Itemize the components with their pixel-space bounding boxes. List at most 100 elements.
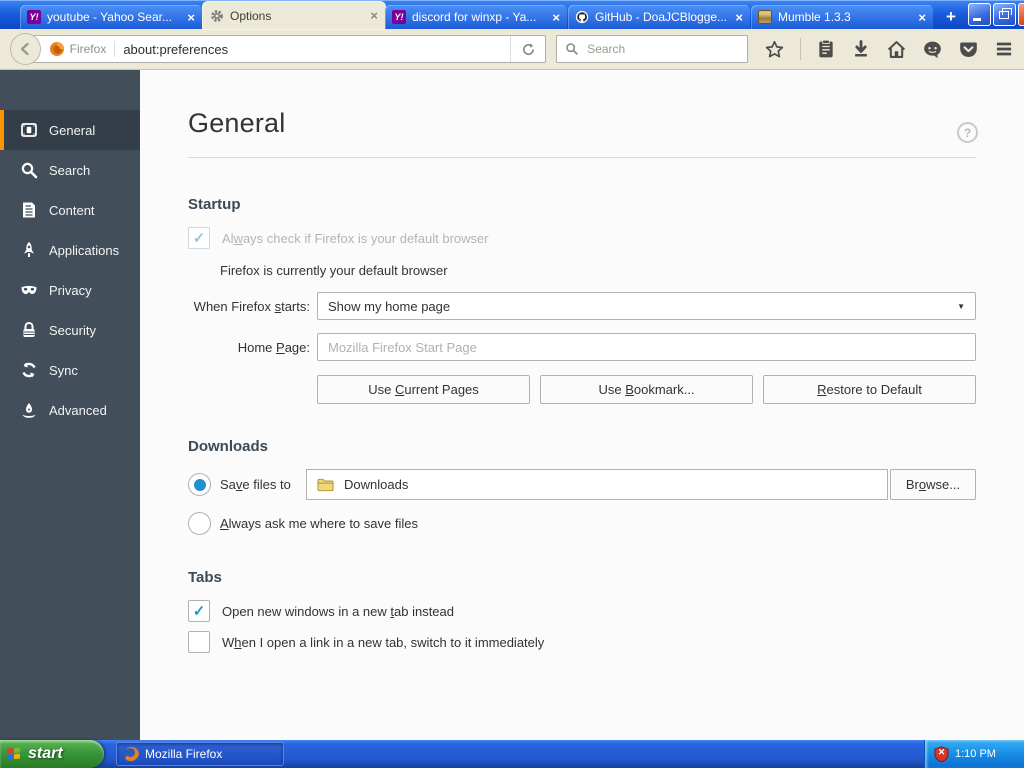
sidebar-item-sync[interactable]: Sync [0,350,140,390]
when-starts-row: When Firefox starts: Show my home page ▼ [188,292,976,320]
restore-icon [998,8,1012,19]
task-button-label: Mozilla Firefox [145,747,223,761]
help-button[interactable]: ? [957,122,978,143]
tab-discord[interactable]: Y! discord for winxp - Ya... × [385,5,567,29]
close-icon[interactable]: × [552,11,560,24]
restore-button[interactable] [992,3,1016,26]
menu-hamburger-icon[interactable] [994,39,1014,59]
page-title: General [188,108,286,138]
sidebar-item-general[interactable]: General [0,110,140,150]
use-bookmark-button[interactable]: Use Bookmark... [540,375,753,404]
applications-rocket-icon [24,242,34,257]
minimize-button[interactable] [967,3,991,26]
security-lock-icon [23,321,35,337]
sidebar-item-advanced[interactable]: Advanced [0,390,140,430]
radio-dot [193,478,206,491]
sidebar-item-label: Content [49,202,95,218]
toolbar-separator [800,38,801,60]
close-icon[interactable]: × [370,9,378,22]
bookmarks-menu-icon[interactable] [816,39,836,59]
always-ask-radio[interactable] [188,512,211,535]
check-icon: ✓ [192,229,206,247]
tabs-heading: Tabs [188,569,222,586]
search-input[interactable] [585,41,710,57]
taskbar-button-firefox[interactable]: Mozilla Firefox [116,742,284,766]
tab-youtube[interactable]: Y! youtube - Yahoo Sear... × [20,5,202,29]
home-page-label: Home Page: [237,339,310,355]
downloads-icon[interactable] [851,39,871,59]
reload-button[interactable] [510,36,545,62]
start-button[interactable]: start [0,740,104,768]
feedback-smiley-icon[interactable] [922,39,943,60]
sidebar-item-security[interactable]: Security [0,310,140,350]
tab-title: youtube - Yahoo Sear... [47,10,172,24]
yahoo-icon: Y! [392,10,406,24]
switch-immediately-row: When I open a link in a new tab, switch … [188,631,976,653]
tab-title: Options [230,8,272,23]
sidebar-item-applications[interactable]: Applications [0,230,140,270]
use-current-pages-button[interactable]: Use Current Pages [317,375,530,404]
tab-title: discord for winxp - Ya... [412,10,537,24]
sidebar-item-privacy[interactable]: Privacy [0,270,140,310]
open-windows-checkbox[interactable]: ✓ [188,600,210,622]
toolbar-icons [764,38,1014,60]
tab-github[interactable]: GitHub - DoaJCBlogge... × [568,5,750,29]
tab-title: Mumble 1.3.3 [778,10,851,24]
close-icon[interactable]: × [918,11,926,24]
home-icon[interactable] [886,39,907,60]
bookmark-star-icon[interactable] [764,39,785,60]
privacy-mask-icon [21,285,37,294]
tab-mumble[interactable]: Mumble 1.3.3 × [751,5,933,29]
tab-strip: Y! youtube - Yahoo Sear... × Options × Y… [20,0,968,29]
restore-default-button[interactable]: Restore to Default [763,375,976,404]
close-icon[interactable]: × [187,11,195,24]
desktop: Y! youtube - Yahoo Sear... × Options × Y… [0,0,1024,768]
github-icon [575,10,589,24]
tab-options[interactable]: Options × [203,2,385,29]
yahoo-icon: Y! [27,10,41,24]
always-check-checkbox[interactable]: ✓ [188,227,210,249]
system-tray: ✕ 1:10 PM [924,740,1024,768]
start-label: start [28,745,63,762]
close-window-button[interactable]: × [1017,3,1024,26]
open-windows-label: Open new windows in a new tab instead [222,603,454,619]
advanced-gauge-icon [22,403,36,418]
browser-content: General Search Content Applications Priv… [0,70,1024,740]
sidebar-item-label: Security [49,322,96,338]
always-ask-label: Always ask me where to save files [220,516,418,531]
pocket-icon[interactable] [958,39,979,60]
startup-heading: Startup [188,196,241,213]
search-icon [566,43,579,55]
windows-logo-icon [7,747,22,761]
close-icon[interactable]: × [735,11,743,24]
sidebar-item-content[interactable]: Content [0,190,140,230]
sidebar-item-label: Sync [49,362,78,378]
check-icon: ✓ [192,602,206,620]
download-folder-field[interactable]: Downloads [306,469,888,500]
title-divider [188,157,976,158]
switch-immediately-checkbox[interactable] [188,631,210,653]
window-titlebar: Y! youtube - Yahoo Sear... × Options × Y… [0,0,1024,29]
home-page-input[interactable] [317,333,976,361]
search-box[interactable] [556,35,748,63]
url-bar[interactable]: Firefox about:preferences [27,35,547,63]
save-files-radio[interactable] [188,473,211,496]
url-text[interactable]: about:preferences [115,42,510,57]
browse-button[interactable]: Browse... [890,469,976,500]
security-alert-icon[interactable]: ✕ [934,746,949,763]
sidebar-item-label: Search [49,162,91,178]
site-identity[interactable]: Firefox [49,41,116,57]
minimize-icon [972,18,981,21]
taskbar-clock: 1:10 PM [955,748,996,760]
save-files-label: Save files to [220,477,291,492]
select-value: Show my home page [328,298,451,314]
window-controls: × [967,3,1024,29]
new-tab-button[interactable]: + [934,7,968,29]
identity-label: Firefox [69,42,107,56]
when-starts-select[interactable]: Show my home page ▼ [317,292,976,320]
sidebar-item-label: Advanced [49,402,107,418]
sidebar-item-search[interactable]: Search [0,150,140,190]
back-button[interactable] [10,33,41,65]
home-page-buttons: Use Current Pages Use Bookmark... Restor… [317,375,976,404]
search-icon [21,162,38,179]
